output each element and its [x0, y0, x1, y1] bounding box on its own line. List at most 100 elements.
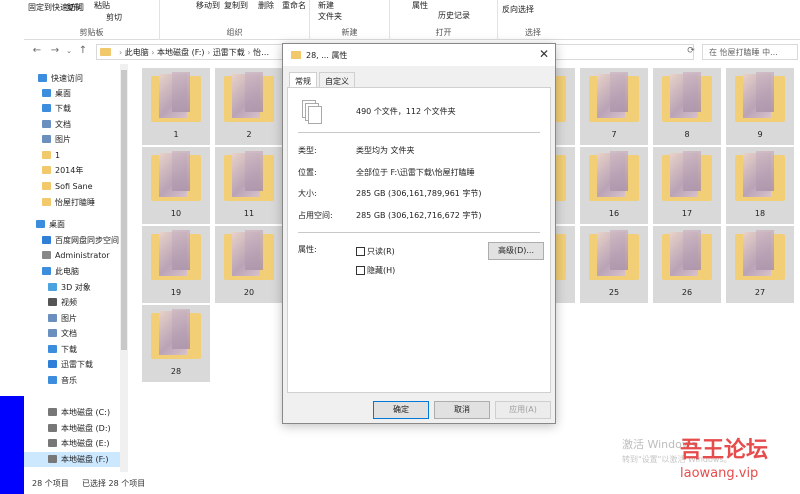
nav-item[interactable]: 百度网盘同步空间: [24, 233, 128, 248]
divider: [298, 132, 540, 133]
copy-button[interactable]: 复制: [66, 2, 82, 13]
disk-size-label: 占用空间:: [298, 211, 333, 220]
folder-item[interactable]: 20: [215, 226, 283, 303]
folder-item[interactable]: 9: [726, 68, 794, 145]
nav-item[interactable]: 本地磁盘 (D:): [24, 421, 128, 436]
picture-icon: [42, 135, 51, 143]
nav-item[interactable]: 此电脑: [24, 264, 128, 279]
folder-item[interactable]: 19: [142, 226, 210, 303]
folder-name: 16: [608, 209, 620, 218]
desktop-icon: [42, 89, 51, 97]
delete-button[interactable]: 删除: [258, 0, 274, 11]
nav-item[interactable]: Administrator: [24, 248, 128, 263]
apply-button[interactable]: 应用(A): [495, 401, 551, 419]
folder-item[interactable]: 26: [653, 226, 721, 303]
breadcrumb-item[interactable]: 此电脑: [125, 48, 149, 57]
folder-item[interactable]: 2: [215, 68, 283, 145]
nav-item[interactable]: 桌面✦: [24, 86, 128, 101]
readonly-checkbox[interactable]: 只读(R): [356, 246, 395, 257]
nav-item[interactable]: 2014年: [24, 163, 128, 178]
refresh-icon[interactable]: ⟳: [684, 44, 698, 58]
search-input[interactable]: 在 怡屋打瞌睡 中...: [702, 44, 798, 60]
nav-item[interactable]: 1: [24, 148, 128, 163]
folder-thumbnail: [172, 72, 190, 112]
dialog-titlebar[interactable]: 28, ... 属性 ✕: [283, 44, 555, 66]
folder-thumbnail: [756, 230, 774, 270]
folder-item[interactable]: 11: [215, 147, 283, 224]
thunder-icon: [48, 360, 57, 368]
breadcrumb-item[interactable]: 怡…: [253, 48, 269, 57]
folder-item[interactable]: 27: [726, 226, 794, 303]
music-icon: [48, 376, 57, 384]
paste-button[interactable]: 粘贴: [94, 0, 110, 11]
folder-item[interactable]: 8: [653, 68, 721, 145]
nav-item[interactable]: 本地磁盘 (E:): [24, 436, 128, 451]
cancel-button[interactable]: 取消: [434, 401, 490, 419]
nav-item[interactable]: 迅雷下载: [24, 357, 128, 372]
hidden-checkbox[interactable]: 隐藏(H): [356, 265, 395, 276]
download-icon: [42, 104, 51, 112]
cut-button[interactable]: 剪切: [106, 12, 122, 23]
nav-item-label: 音乐: [61, 376, 77, 385]
folder-name: 2: [246, 130, 252, 139]
folder-item[interactable]: 16: [580, 147, 648, 224]
breadcrumb[interactable]: › 此电脑 › 本地磁盘 (F:) › 迅雷下载 › 怡…: [119, 47, 269, 58]
folder-item[interactable]: 1: [142, 68, 210, 145]
up-arrow-icon[interactable]: ↑: [76, 44, 90, 58]
nav-item[interactable]: 视频: [24, 295, 128, 310]
type-value: 类型均为 文件夹: [356, 146, 415, 155]
nav-item[interactable]: 下载✦: [24, 101, 128, 116]
ribbon-group-label: 打开: [435, 28, 452, 37]
folder-item[interactable]: 18: [726, 147, 794, 224]
nav-item[interactable]: 音乐: [24, 373, 128, 388]
history-button[interactable]: 历史记录: [438, 10, 470, 21]
nav-item-label: 下载: [55, 104, 71, 113]
nav-item[interactable]: 怡屋打瞌睡: [24, 195, 128, 210]
nav-item-label: 下载: [61, 345, 77, 354]
chevron-down-icon[interactable]: ⌄: [62, 44, 76, 58]
folder-item[interactable]: 7: [580, 68, 648, 145]
nav-scrollbar[interactable]: [120, 64, 128, 472]
nav-item[interactable]: Sofi Sane: [24, 179, 128, 194]
nav-item[interactable]: 快速访问: [24, 71, 128, 86]
properties-button[interactable]: 属性: [412, 0, 428, 11]
folder-item[interactable]: 10: [142, 147, 210, 224]
scrollbar-thumb[interactable]: [121, 70, 127, 350]
folder-thumbnail: [756, 151, 774, 191]
nav-item[interactable]: 图片✦: [24, 132, 128, 147]
user-icon: [42, 251, 51, 259]
nav-item-label: 本地磁盘 (C:): [61, 408, 111, 417]
nav-item[interactable]: 下载: [24, 342, 128, 357]
forward-arrow-icon[interactable]: →: [48, 44, 62, 58]
nav-item[interactable]: 桌面: [24, 217, 128, 232]
close-icon[interactable]: ✕: [539, 47, 549, 61]
folder-item[interactable]: 17: [653, 147, 721, 224]
folder-thumbnail: [172, 230, 190, 270]
cube-icon: [48, 283, 57, 291]
copy-to-button[interactable]: 复制到: [224, 0, 248, 11]
folder-item[interactable]: 28: [142, 305, 210, 382]
ok-button[interactable]: 确定: [373, 401, 429, 419]
invert-selection-button[interactable]: 反向选择: [502, 4, 534, 15]
breadcrumb-item[interactable]: 本地磁盘 (F:): [157, 48, 204, 57]
advanced-button[interactable]: 高级(D)...: [488, 242, 544, 260]
tab-custom[interactable]: 自定义: [319, 72, 355, 88]
breadcrumb-item[interactable]: 迅雷下载: [213, 48, 245, 57]
folder-item[interactable]: 25: [580, 226, 648, 303]
nav-item[interactable]: 文档: [24, 326, 128, 341]
folder-thumbnail: [245, 151, 263, 191]
back-arrow-icon[interactable]: ←: [30, 44, 44, 58]
rename-button[interactable]: 重命名: [282, 0, 306, 11]
nav-item-label: 百度网盘同步空间: [55, 236, 119, 245]
new-folder-button[interactable]: 新建 文件夹: [318, 0, 342, 22]
nav-item-label: 迅雷下载: [61, 360, 93, 369]
nav-item[interactable]: 本地磁盘 (C:): [24, 405, 128, 420]
move-to-button[interactable]: 移动到: [196, 0, 220, 11]
nav-item[interactable]: 3D 对象: [24, 280, 128, 295]
folder-icon: [42, 151, 51, 159]
location-label: 位置:: [298, 168, 317, 177]
video-icon: [48, 298, 57, 306]
nav-item[interactable]: 文档✦: [24, 117, 128, 132]
nav-item[interactable]: 图片: [24, 311, 128, 326]
nav-item[interactable]: 本地磁盘 (F:): [24, 452, 128, 467]
